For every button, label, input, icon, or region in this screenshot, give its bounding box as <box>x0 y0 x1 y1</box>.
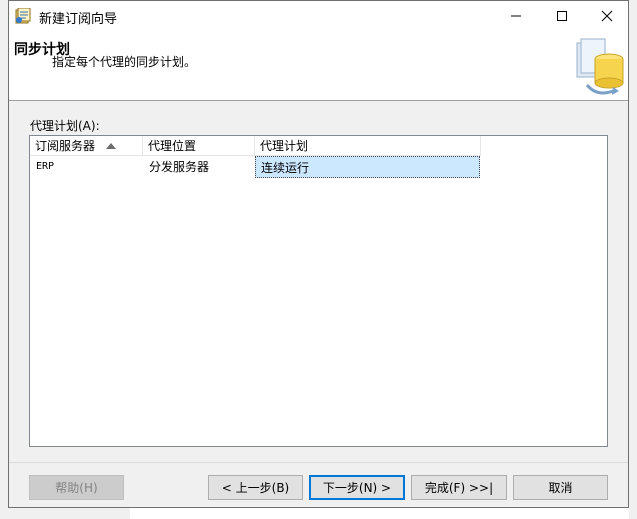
previous-button[interactable]: < 上一步(B) <box>208 475 303 500</box>
background-app-left <box>0 0 8 519</box>
wizard-header: 同步计划 指定每个代理的同步计划。 <box>9 31 628 101</box>
agent-schedule-label: 代理计划(A): <box>30 119 100 133</box>
page-subtitle: 指定每个代理的同步计划。 <box>52 55 197 69</box>
next-button[interactable]: 下一步(N) > <box>309 475 405 500</box>
sort-ascending-icon <box>106 143 116 149</box>
agent-schedule-list[interactable]: 订阅服务器 代理位置 代理计划 ERP 分发服务器 连续运行 <box>29 135 608 447</box>
column-header-subscriber[interactable]: 订阅服务器 <box>30 136 143 156</box>
column-header-label: 代理位置 <box>148 139 197 153</box>
wizard-app-icon <box>15 8 31 24</box>
close-icon <box>601 10 613 22</box>
column-header-location[interactable]: 代理位置 <box>143 136 255 156</box>
title-bar[interactable]: 新建订阅向导 <box>9 1 628 31</box>
finish-button[interactable]: 完成(F) >>| <box>411 475 507 500</box>
wizard-window: 新建订阅向导 同步计划 指定每个代理的同步计划。 代理计划(A): 订阅服务器 … <box>8 0 629 508</box>
cell-subscriber: ERP <box>36 161 55 172</box>
column-header-schedule[interactable]: 代理计划 <box>255 136 481 156</box>
footer-divider <box>9 462 628 463</box>
cell-agent-schedule[interactable]: 连续运行 <box>255 156 480 178</box>
close-button[interactable] <box>584 1 630 31</box>
cancel-button[interactable]: 取消 <box>513 475 608 500</box>
window-title: 新建订阅向导 <box>39 12 118 27</box>
column-header-label: 订阅服务器 <box>35 139 96 153</box>
minimize-button[interactable] <box>493 1 539 31</box>
database-schedule-icon <box>576 38 624 95</box>
list-header: 订阅服务器 代理位置 代理计划 <box>30 136 481 156</box>
help-button[interactable]: 帮助(H) <box>29 475 124 500</box>
background-app-bottom <box>0 508 130 519</box>
minimize-icon <box>511 15 521 17</box>
cell-agent-location: 分发服务器 <box>149 160 210 174</box>
maximize-icon <box>557 11 567 21</box>
table-row[interactable]: ERP 分发服务器 连续运行 <box>30 156 481 178</box>
column-header-label: 代理计划 <box>260 139 309 153</box>
maximize-button[interactable] <box>539 1 585 31</box>
